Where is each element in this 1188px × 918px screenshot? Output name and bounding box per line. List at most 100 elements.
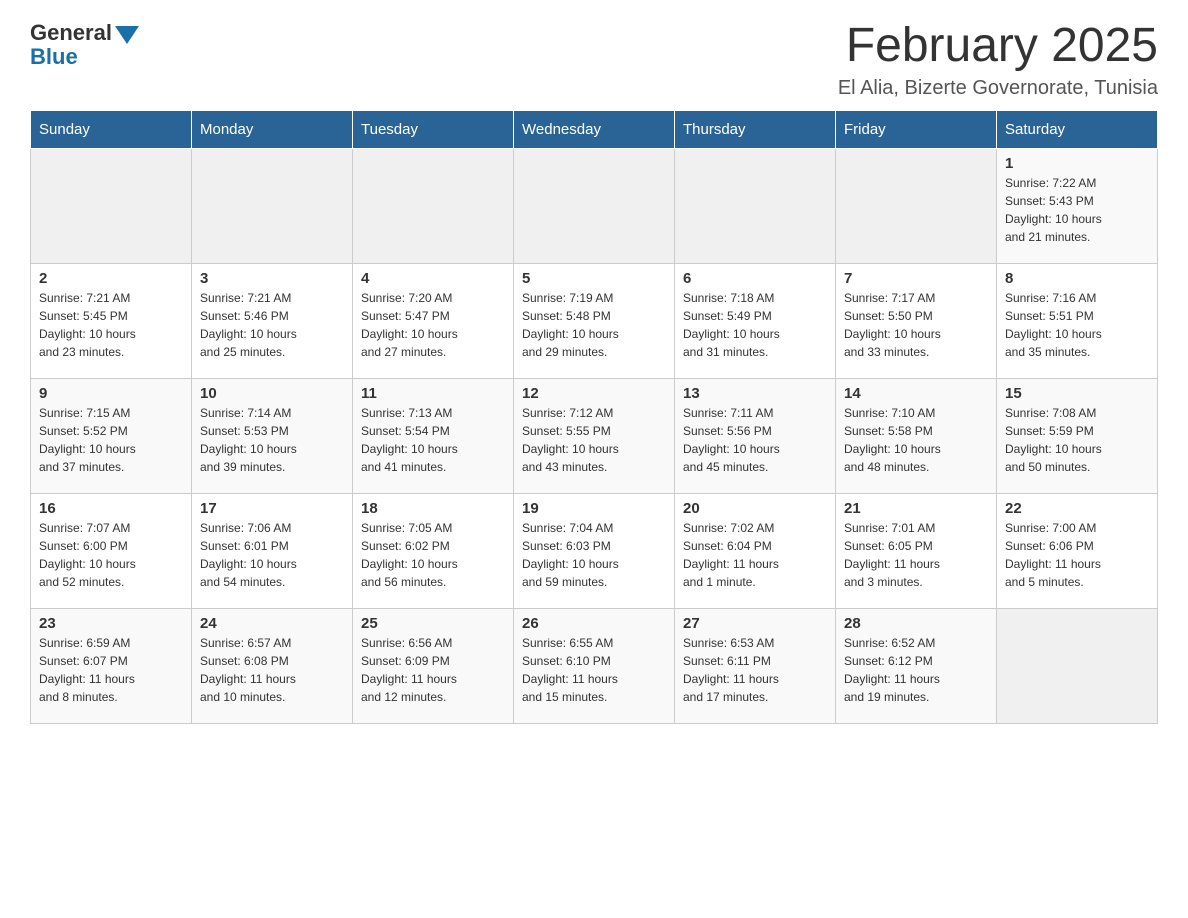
table-row: 5 Sunrise: 7:19 AMSunset: 5:48 PMDaylight…: [514, 263, 675, 378]
table-row: 3 Sunrise: 7:21 AMSunset: 5:46 PMDaylight…: [192, 263, 353, 378]
table-row: 7Sunrise: 7:17 AMSunset: 5:50 PMDaylight…: [836, 263, 997, 378]
day-info: Sunrise: 7:05 AMSunset: 6:02 PMDaylight:…: [361, 519, 505, 591]
day-number: 10: [200, 385, 344, 402]
day-info: Sunrise: 6:55 AMSunset: 6:10 PMDaylight:…: [522, 634, 666, 706]
day-number: 21: [844, 500, 988, 517]
day-info: Sunrise: 7:02 AMSunset: 6:04 PMDaylight:…: [683, 519, 827, 591]
header-thursday: Thursday: [675, 110, 836, 148]
calendar-row: 9Sunrise: 7:15 AMSunset: 5:52 PMDaylight…: [31, 378, 1158, 493]
table-row: 1Sunrise: 7:22 AMSunset: 5:43 PMDaylight…: [997, 148, 1158, 263]
table-row: [836, 148, 997, 263]
day-info: Sunrise: 7:06 AMSunset: 6:01 PMDaylight:…: [200, 519, 344, 591]
day-number: 8: [1005, 270, 1149, 287]
table-row: [192, 148, 353, 263]
table-row: 26 Sunrise: 6:55 AMSunset: 6:10 PMDayligh…: [514, 608, 675, 723]
table-row: [31, 148, 192, 263]
day-number: 20: [683, 500, 827, 517]
day-info: Sunrise: 7:14 AMSunset: 5:53 PMDaylight:…: [200, 404, 344, 476]
day-info: Sunrise: 7:01 AMSunset: 6:05 PMDaylight:…: [844, 519, 988, 591]
table-row: 21 Sunrise: 7:01 AMSunset: 6:05 PMDayligh…: [836, 493, 997, 608]
table-row: 22 Sunrise: 7:00 AMSunset: 6:06 PMDayligh…: [997, 493, 1158, 608]
table-row: 16 Sunrise: 7:07 AMSunset: 6:00 PMDayligh…: [31, 493, 192, 608]
table-row: 27 Sunrise: 6:53 AMSunset: 6:11 PMDayligh…: [675, 608, 836, 723]
header-sunday: Sunday: [31, 110, 192, 148]
day-number: 18: [361, 500, 505, 517]
day-number: 28: [844, 615, 988, 632]
day-info: Sunrise: 6:59 AMSunset: 6:07 PMDaylight:…: [39, 634, 183, 706]
day-info: Sunrise: 7:18 AMSunset: 5:49 PMDaylight:…: [683, 289, 827, 361]
day-number: 13: [683, 385, 827, 402]
logo: General Blue: [30, 20, 139, 70]
weekday-header-row: Sunday Monday Tuesday Wednesday Thursday…: [31, 110, 1158, 148]
table-row: 2 Sunrise: 7:21 AMSunset: 5:45 PMDaylight…: [31, 263, 192, 378]
day-number: 1: [1005, 155, 1149, 172]
day-info: Sunrise: 7:12 AMSunset: 5:55 PMDaylight:…: [522, 404, 666, 476]
day-number: 23: [39, 615, 183, 632]
day-info: Sunrise: 7:13 AMSunset: 5:54 PMDaylight:…: [361, 404, 505, 476]
header-friday: Friday: [836, 110, 997, 148]
day-number: 19: [522, 500, 666, 517]
table-row: 15 Sunrise: 7:08 AMSunset: 5:59 PMDayligh…: [997, 378, 1158, 493]
calendar-row: 1Sunrise: 7:22 AMSunset: 5:43 PMDaylight…: [31, 148, 1158, 263]
main-title: February 2025: [838, 20, 1158, 73]
day-info: Sunrise: 7:07 AMSunset: 6:00 PMDaylight:…: [39, 519, 183, 591]
day-info: Sunrise: 7:19 AMSunset: 5:48 PMDaylight:…: [522, 289, 666, 361]
day-info: Sunrise: 7:04 AMSunset: 6:03 PMDaylight:…: [522, 519, 666, 591]
calendar-row: 16 Sunrise: 7:07 AMSunset: 6:00 PMDayligh…: [31, 493, 1158, 608]
table-row: 8 Sunrise: 7:16 AMSunset: 5:51 PMDaylight…: [997, 263, 1158, 378]
day-number: 3: [200, 270, 344, 287]
day-number: 4: [361, 270, 505, 287]
day-info: Sunrise: 6:56 AMSunset: 6:09 PMDaylight:…: [361, 634, 505, 706]
table-row: 13Sunrise: 7:11 AMSunset: 5:56 PMDayligh…: [675, 378, 836, 493]
table-row: 9Sunrise: 7:15 AMSunset: 5:52 PMDaylight…: [31, 378, 192, 493]
logo-general-text: General: [30, 20, 139, 46]
day-number: 14: [844, 385, 988, 402]
title-section: February 2025 El Alia, Bizerte Governora…: [838, 20, 1158, 100]
day-number: 27: [683, 615, 827, 632]
day-number: 2: [39, 270, 183, 287]
day-number: 22: [1005, 500, 1149, 517]
table-row: 28Sunrise: 6:52 AMSunset: 6:12 PMDayligh…: [836, 608, 997, 723]
day-info: Sunrise: 7:10 AMSunset: 5:58 PMDaylight:…: [844, 404, 988, 476]
calendar-row: 23 Sunrise: 6:59 AMSunset: 6:07 PMDayligh…: [31, 608, 1158, 723]
day-number: 25: [361, 615, 505, 632]
calendar-table: Sunday Monday Tuesday Wednesday Thursday…: [30, 110, 1158, 724]
day-info: Sunrise: 7:08 AMSunset: 5:59 PMDaylight:…: [1005, 404, 1149, 476]
day-info: Sunrise: 6:53 AMSunset: 6:11 PMDaylight:…: [683, 634, 827, 706]
day-info: Sunrise: 7:20 AMSunset: 5:47 PMDaylight:…: [361, 289, 505, 361]
header-monday: Monday: [192, 110, 353, 148]
table-row: 14 Sunrise: 7:10 AMSunset: 5:58 PMDayligh…: [836, 378, 997, 493]
header-tuesday: Tuesday: [353, 110, 514, 148]
table-row: 10 Sunrise: 7:14 AMSunset: 5:53 PMDayligh…: [192, 378, 353, 493]
logo-arrow-icon: [115, 26, 139, 44]
day-number: 5: [522, 270, 666, 287]
day-number: 15: [1005, 385, 1149, 402]
location-subtitle: El Alia, Bizerte Governorate, Tunisia: [838, 77, 1158, 100]
day-info: Sunrise: 6:57 AMSunset: 6:08 PMDaylight:…: [200, 634, 344, 706]
day-number: 17: [200, 500, 344, 517]
day-info: Sunrise: 7:16 AMSunset: 5:51 PMDaylight:…: [1005, 289, 1149, 361]
day-info: Sunrise: 7:21 AMSunset: 5:45 PMDaylight:…: [39, 289, 183, 361]
day-number: 24: [200, 615, 344, 632]
calendar-body: 1Sunrise: 7:22 AMSunset: 5:43 PMDaylight…: [31, 148, 1158, 723]
table-row: [353, 148, 514, 263]
table-row: 19 Sunrise: 7:04 AMSunset: 6:03 PMDayligh…: [514, 493, 675, 608]
table-row: 4 Sunrise: 7:20 AMSunset: 5:47 PMDaylight…: [353, 263, 514, 378]
day-info: Sunrise: 7:21 AMSunset: 5:46 PMDaylight:…: [200, 289, 344, 361]
table-row: [675, 148, 836, 263]
table-row: 6 Sunrise: 7:18 AMSunset: 5:49 PMDaylight…: [675, 263, 836, 378]
table-row: 20 Sunrise: 7:02 AMSunset: 6:04 PMDayligh…: [675, 493, 836, 608]
calendar-row: 2 Sunrise: 7:21 AMSunset: 5:45 PMDaylight…: [31, 263, 1158, 378]
header-saturday: Saturday: [997, 110, 1158, 148]
logo-blue-text: Blue: [30, 44, 78, 70]
calendar-header: Sunday Monday Tuesday Wednesday Thursday…: [31, 110, 1158, 148]
day-info: Sunrise: 7:00 AMSunset: 6:06 PMDaylight:…: [1005, 519, 1149, 591]
table-row: 12 Sunrise: 7:12 AMSunset: 5:55 PMDayligh…: [514, 378, 675, 493]
table-row: 17 Sunrise: 7:06 AMSunset: 6:01 PMDayligh…: [192, 493, 353, 608]
table-row: 24 Sunrise: 6:57 AMSunset: 6:08 PMDayligh…: [192, 608, 353, 723]
day-info: Sunrise: 7:15 AMSunset: 5:52 PMDaylight:…: [39, 404, 183, 476]
day-number: 16: [39, 500, 183, 517]
day-number: 6: [683, 270, 827, 287]
day-number: 26: [522, 615, 666, 632]
day-number: 12: [522, 385, 666, 402]
